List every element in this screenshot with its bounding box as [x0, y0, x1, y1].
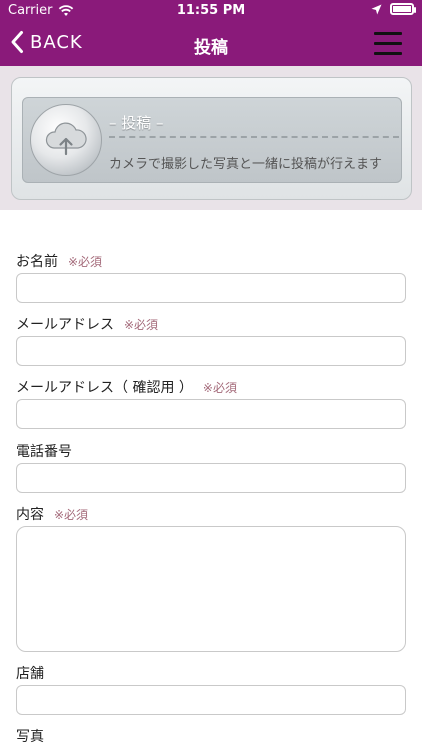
email-label-row: メールアドレス ※必須 — [16, 314, 158, 334]
phone-field[interactable] — [16, 463, 406, 493]
location-arrow-icon — [371, 4, 382, 14]
status-time: 11:55 PM — [176, 3, 246, 18]
post-banner-inner: – 投稿 – カメラで撮影した写真と一緒に投稿が行えます — [22, 97, 402, 183]
email-confirm-input[interactable] — [17, 400, 405, 428]
name-input[interactable] — [17, 274, 405, 302]
store-label: 店舗 — [16, 666, 44, 682]
email-confirm-label-row: メールアドレス（ 確認用 ） ※必須 — [16, 377, 237, 397]
app-header: Carrier 11:55 PM BACK 投稿 — [0, 0, 422, 66]
store-label-row: 店舗 — [16, 663, 44, 683]
battery-icon — [390, 3, 416, 15]
phone-input[interactable] — [17, 464, 405, 492]
name-label: お名前 — [16, 254, 58, 270]
content-label-row: 内容 ※必須 — [16, 504, 88, 524]
email-confirm-field[interactable] — [16, 399, 406, 429]
post-banner-area: – 投稿 – カメラで撮影した写真と一緒に投稿が行えます — [0, 66, 422, 210]
hamburger-menu-icon[interactable] — [374, 32, 402, 56]
post-banner: – 投稿 – カメラで撮影した写真と一緒に投稿が行えます — [11, 77, 412, 200]
banner-title: – 投稿 – — [109, 114, 164, 132]
email-field[interactable] — [16, 336, 406, 366]
email-label: メールアドレス — [16, 317, 114, 333]
name-field[interactable] — [16, 273, 406, 303]
nav-bar: BACK 投稿 — [0, 22, 422, 66]
status-bar: Carrier 11:55 PM — [0, 0, 422, 22]
required-mark: ※必須 — [68, 255, 103, 269]
banner-subtitle: カメラで撮影した写真と一緒に投稿が行えます — [109, 157, 383, 172]
status-right — [371, 3, 416, 15]
name-label-row: お名前 ※必須 — [16, 251, 102, 271]
required-mark: ※必須 — [124, 318, 159, 332]
banner-divider — [109, 136, 399, 138]
required-mark: ※必須 — [54, 508, 89, 522]
phone-label: 電話番号 — [16, 444, 72, 460]
email-confirm-label: メールアドレス（ 確認用 ） — [16, 380, 193, 396]
store-field[interactable] — [16, 685, 406, 715]
photo-label: 写真 — [16, 729, 44, 745]
content-field[interactable] — [16, 526, 406, 652]
required-mark: ※必須 — [202, 381, 237, 395]
phone-label-row: 電話番号 — [16, 441, 72, 461]
content-label: 内容 — [16, 507, 44, 523]
cloud-upload-icon — [30, 104, 102, 176]
store-input[interactable] — [17, 686, 405, 714]
content-textarea[interactable] — [17, 527, 405, 651]
photo-label-row: 写真 — [16, 726, 44, 746]
page-title: 投稿 — [194, 38, 228, 58]
email-input[interactable] — [17, 337, 405, 365]
